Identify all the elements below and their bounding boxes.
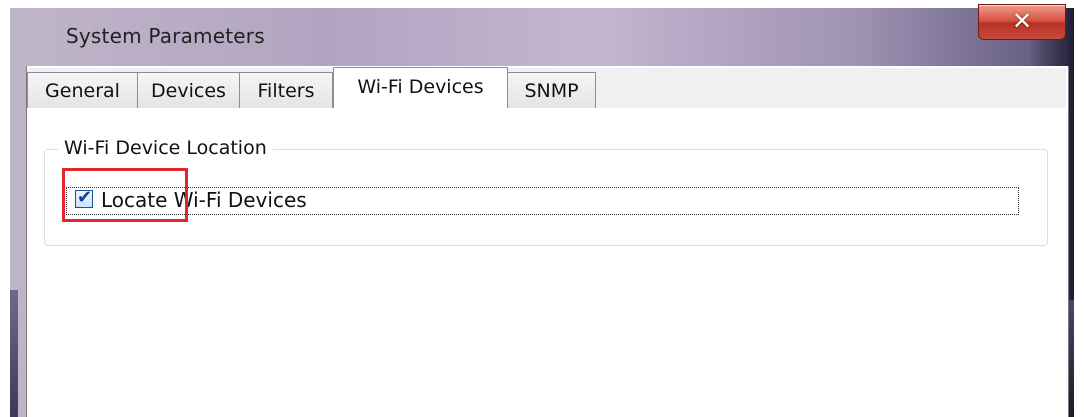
tab-devices[interactable]: Devices xyxy=(137,72,240,108)
close-button[interactable]: ✕ xyxy=(978,4,1066,40)
screenshot-canvas: System Parameters ✕ General Devices Filt… xyxy=(0,0,1084,417)
annotation-highlight-box xyxy=(62,168,188,222)
close-icon: ✕ xyxy=(1011,7,1033,36)
group-title: Wi-Fi Device Location xyxy=(58,137,273,159)
tab-filters[interactable]: Filters xyxy=(239,72,333,108)
tab-snmp[interactable]: SNMP xyxy=(507,72,596,108)
frame-left-edge xyxy=(10,290,18,417)
window-title: System Parameters xyxy=(66,24,265,48)
tab-wifi-devices[interactable]: Wi-Fi Devices xyxy=(333,67,508,109)
tab-general[interactable]: General xyxy=(27,72,138,108)
